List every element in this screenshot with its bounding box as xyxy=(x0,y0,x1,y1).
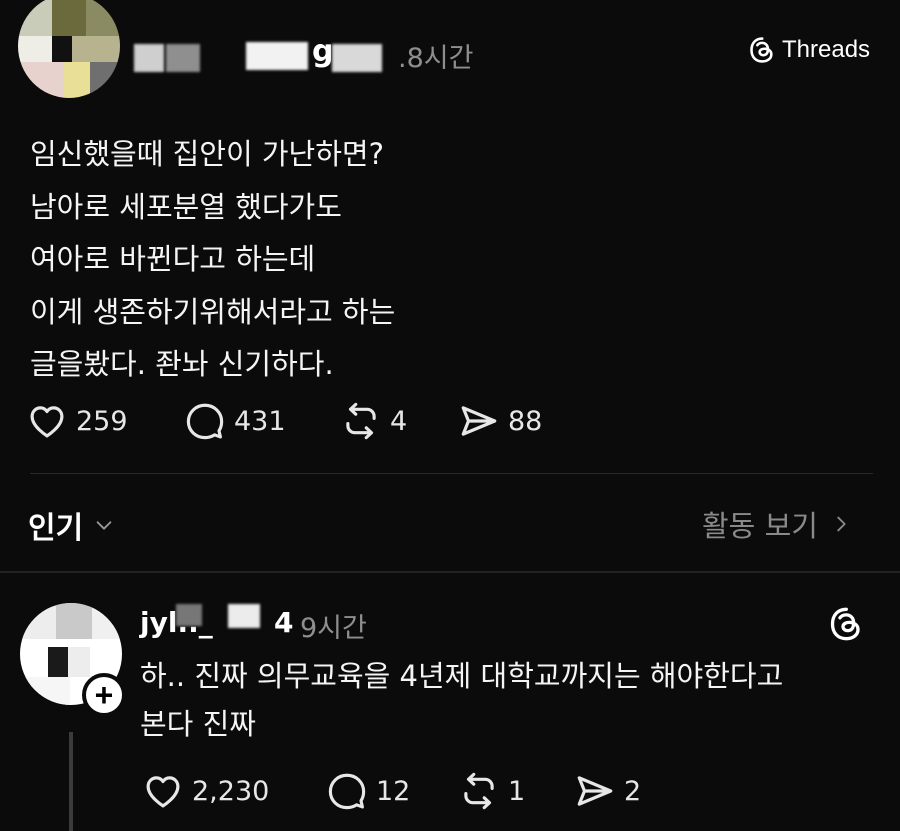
repost-icon xyxy=(346,402,376,440)
author-name-redacted xyxy=(166,44,200,72)
like-count: 259 xyxy=(76,405,128,437)
comment-button[interactable]: 431 xyxy=(184,400,340,442)
activity-label: 활동 보기 xyxy=(702,509,818,543)
threads-logo-icon[interactable] xyxy=(828,606,864,642)
author-username[interactable]: g xyxy=(312,34,333,69)
author-name-redacted xyxy=(134,44,164,72)
view-activity-link[interactable]: 활동 보기 xyxy=(702,503,852,545)
like-button[interactable]: 259 xyxy=(26,400,184,442)
repost-count: 4 xyxy=(390,405,408,437)
chevron-right-icon xyxy=(837,516,846,532)
share-count: 2 xyxy=(624,775,642,807)
reply-name-redacted xyxy=(228,604,260,628)
send-icon xyxy=(577,776,613,806)
divider xyxy=(0,571,900,573)
comment-button[interactable]: 12 xyxy=(326,770,458,812)
share-count: 88 xyxy=(508,405,543,437)
share-button[interactable]: 2 xyxy=(574,770,641,812)
repost-button[interactable]: 1 xyxy=(458,770,574,812)
post-line: 글을봤다. 좐놔 신기하다. xyxy=(30,347,334,381)
repost-button[interactable]: 4 xyxy=(340,400,458,442)
sort-dropdown[interactable]: 인기 xyxy=(28,503,115,547)
comment-count: 12 xyxy=(376,775,411,807)
post-action-bar: 259 431 4 88 xyxy=(26,400,542,442)
post-body: 임신했을때 집안이 가난하면? 남아로 세포분열 했다가도 여아로 바뀐다고 하… xyxy=(30,128,395,391)
repost-icon xyxy=(464,772,494,810)
reply-body: 하.. 진짜 의무교육을 4년제 대학교까지는 해야한다고 본다 진짜 xyxy=(140,652,783,748)
plus-icon: + xyxy=(94,677,114,713)
comment-count: 431 xyxy=(234,405,286,437)
author-avatar[interactable] xyxy=(18,0,120,98)
post-line: 남아로 세포분열 했다가도 xyxy=(30,189,342,224)
post-line: 이게 생존하기위해서라고 하는 xyxy=(30,294,396,329)
heart-icon xyxy=(146,776,180,808)
send-icon xyxy=(461,406,497,436)
post-timestamp: .8시간 xyxy=(398,43,474,74)
follow-button[interactable]: + xyxy=(82,673,126,717)
reply-timestamp: 9시간 xyxy=(300,613,367,644)
comment-bubble-icon xyxy=(328,773,366,810)
like-count: 2,230 xyxy=(192,775,270,807)
reply-username-tail: 4 xyxy=(274,606,294,639)
threads-brand-label: Threads xyxy=(782,36,871,63)
heart-icon xyxy=(30,406,64,438)
threads-brand[interactable]: Threads xyxy=(748,36,870,64)
threads-logo-icon xyxy=(750,37,773,63)
author-name-redacted xyxy=(332,44,382,72)
repost-count: 1 xyxy=(508,775,526,807)
share-button[interactable]: 88 xyxy=(458,400,542,442)
reply-action-bar: 2,230 12 1 2 xyxy=(142,770,641,812)
reply-line: 본다 진짜 xyxy=(140,707,256,741)
chevron-down-icon xyxy=(96,521,112,530)
post-line: 여아로 바뀐다고 하는데 xyxy=(30,242,316,276)
divider xyxy=(30,473,873,474)
post-line: 임신했을때 집안이 가난하면? xyxy=(30,137,384,171)
thread-connector-line xyxy=(69,732,73,831)
reply-name-redacted xyxy=(176,604,202,626)
author-name-redacted xyxy=(246,42,308,70)
like-button[interactable]: 2,230 xyxy=(142,770,326,812)
sort-label: 인기 xyxy=(28,511,84,546)
comment-bubble-icon xyxy=(186,403,224,440)
reply-line: 하.. 진짜 의무교육을 4년제 대학교까지는 해야한다고 xyxy=(140,659,784,693)
